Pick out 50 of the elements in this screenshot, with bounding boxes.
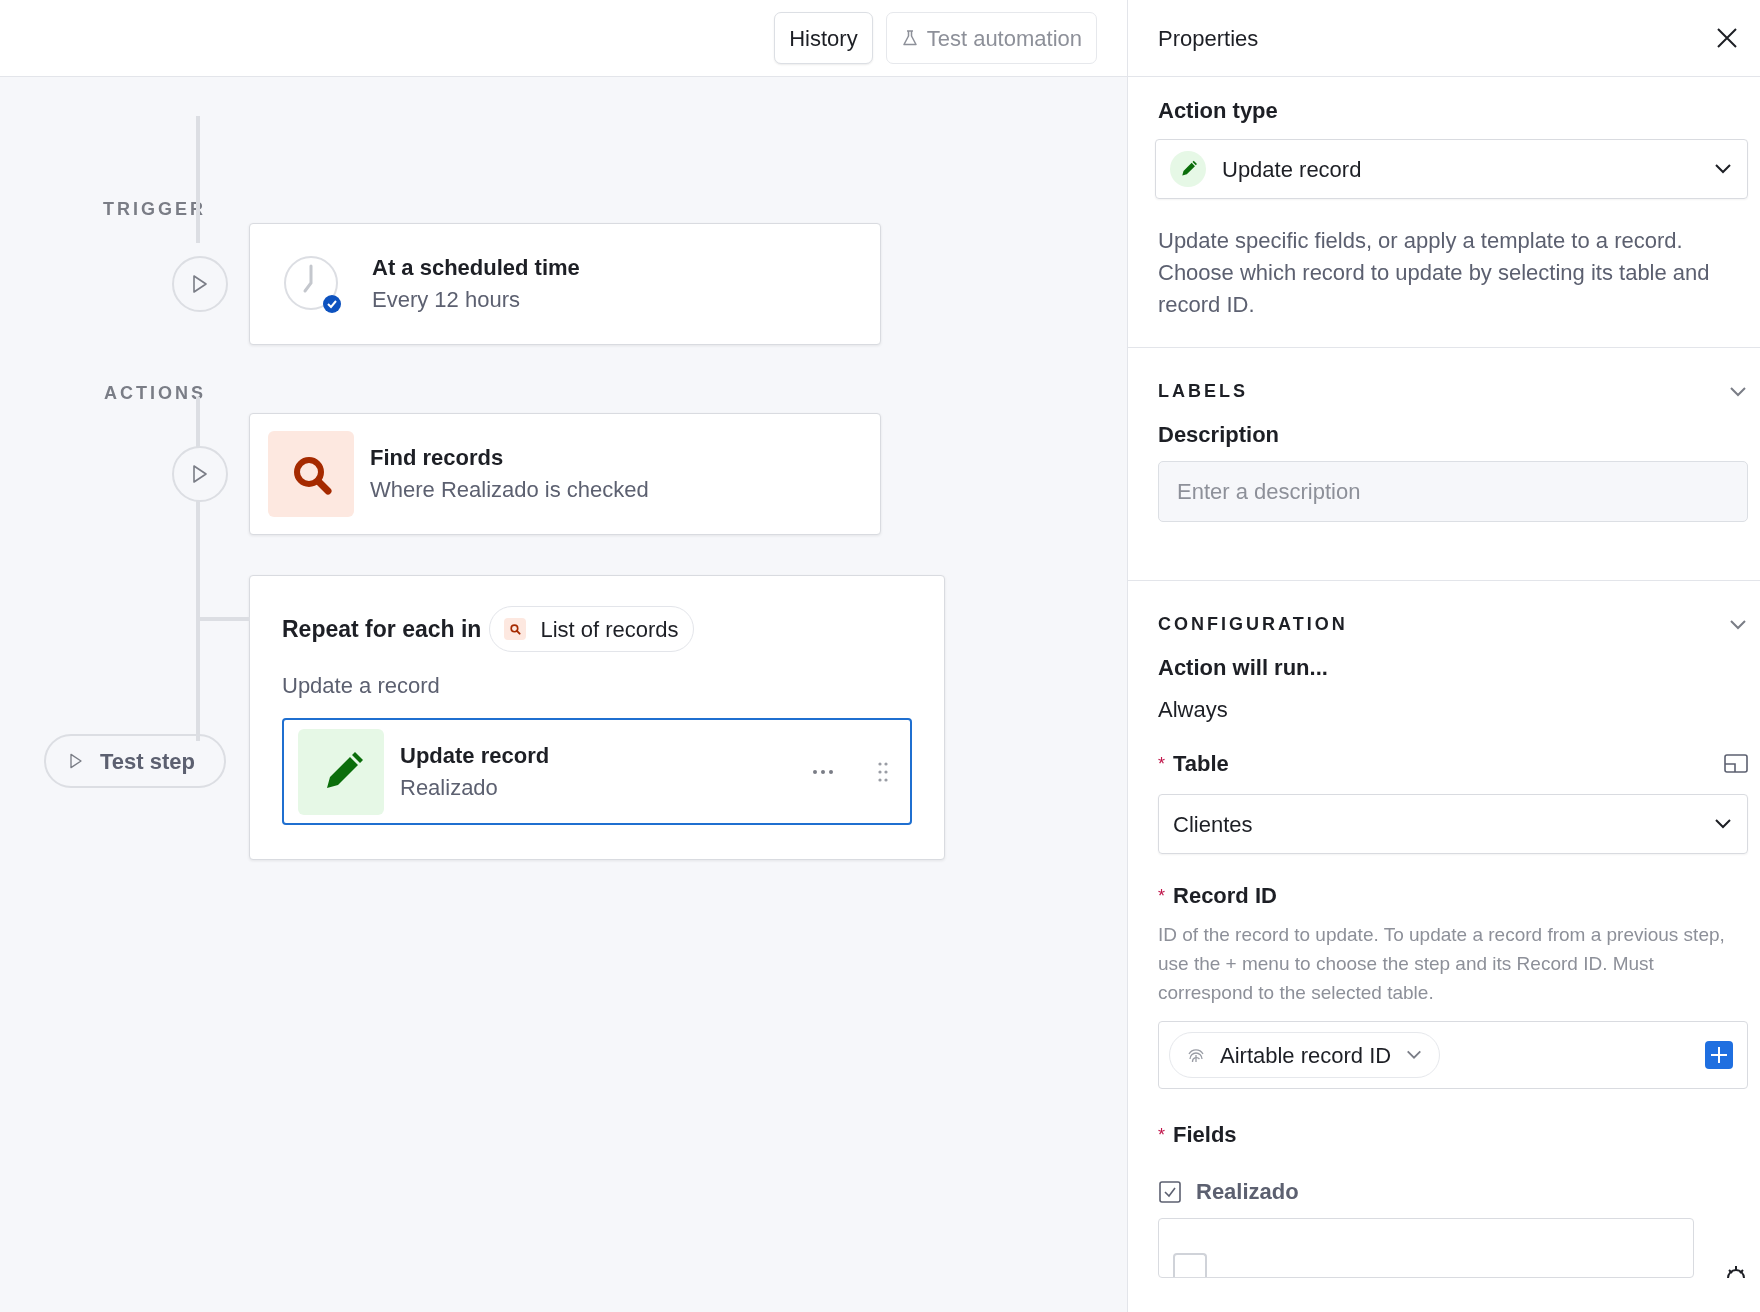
action-description: Update specific fields, or apply a template to a record. Choose which record to update by selecting its table and record ID. (1158, 227, 1711, 319)
required-mark: * (1158, 1123, 1165, 1147)
close-icon[interactable] (1716, 27, 1738, 49)
step-title: Find records (370, 444, 505, 472)
field-label: Table (1173, 750, 1229, 778)
field-label: Description (1158, 421, 1281, 449)
checkbox[interactable] (1173, 1253, 1207, 1277)
list-source-chip[interactable]: List of records (489, 606, 694, 652)
section-label: ACTIONS (103, 382, 206, 405)
add-button[interactable] (1705, 1041, 1733, 1069)
run-step-button[interactable] (172, 446, 228, 502)
help-text: ID of the record to update. To update a record from a previous step, use the + menu to choose the step and its Record ID. Must correspond to the selected table. (1158, 923, 1726, 1005)
loop-caption: Update a record (282, 672, 441, 700)
expand-icon[interactable] (1724, 754, 1748, 774)
magnifier-drawing (509, 623, 522, 635)
record-id-field[interactable]: Airtable record ID (1158, 1021, 1748, 1089)
step-subtitle: Every 12 hours (372, 286, 521, 314)
plus-icon (1710, 1046, 1728, 1064)
loop-heading: Repeat for each in (282, 614, 482, 644)
field-label: Record ID (1173, 882, 1277, 910)
test-step-button[interactable]: Test step (44, 734, 226, 788)
required-mark: * (1158, 884, 1165, 908)
panel-title: Properties (1158, 24, 1259, 53)
drag-handle-icon[interactable] (878, 761, 888, 782)
clock-icon (282, 254, 342, 314)
step-subtitle: Realizado (400, 773, 499, 802)
more-icon[interactable] (812, 768, 834, 775)
step-card[interactable]: Find records Where Realizado is checked (249, 413, 881, 535)
action-type-select[interactable]: Update record (1155, 139, 1748, 199)
table-select[interactable]: Clientes (1158, 794, 1748, 854)
field-label: Fields (1173, 1121, 1237, 1149)
run-condition: Always (1158, 696, 1229, 724)
required-mark: * (1158, 752, 1165, 776)
step-title: Update record (400, 741, 551, 770)
field-label: Action will run... (1158, 654, 1329, 682)
step-card[interactable]: At a scheduled time Every 12 hours (249, 223, 881, 345)
field-name: Realizado (1196, 1178, 1299, 1206)
checkbox-field-icon (1158, 1179, 1182, 1204)
step-title: At a scheduled time (372, 254, 580, 282)
section-heading: LABELS (1158, 380, 1248, 403)
token-label: Airtable record ID (1220, 1041, 1392, 1070)
section-heading: CONFIGURATION (1158, 613, 1348, 636)
settings-icon[interactable] (1724, 1264, 1748, 1278)
step-subtitle: Where Realizado is checked (370, 476, 649, 504)
flask-icon (900, 29, 919, 47)
run-step-button[interactable] (172, 256, 228, 312)
step-card[interactable]: Update record Realizado (282, 718, 912, 825)
history-button[interactable]: History (774, 12, 873, 64)
field-label: Action type (1158, 97, 1279, 125)
description-field[interactable]: Enter a description (1158, 461, 1748, 522)
